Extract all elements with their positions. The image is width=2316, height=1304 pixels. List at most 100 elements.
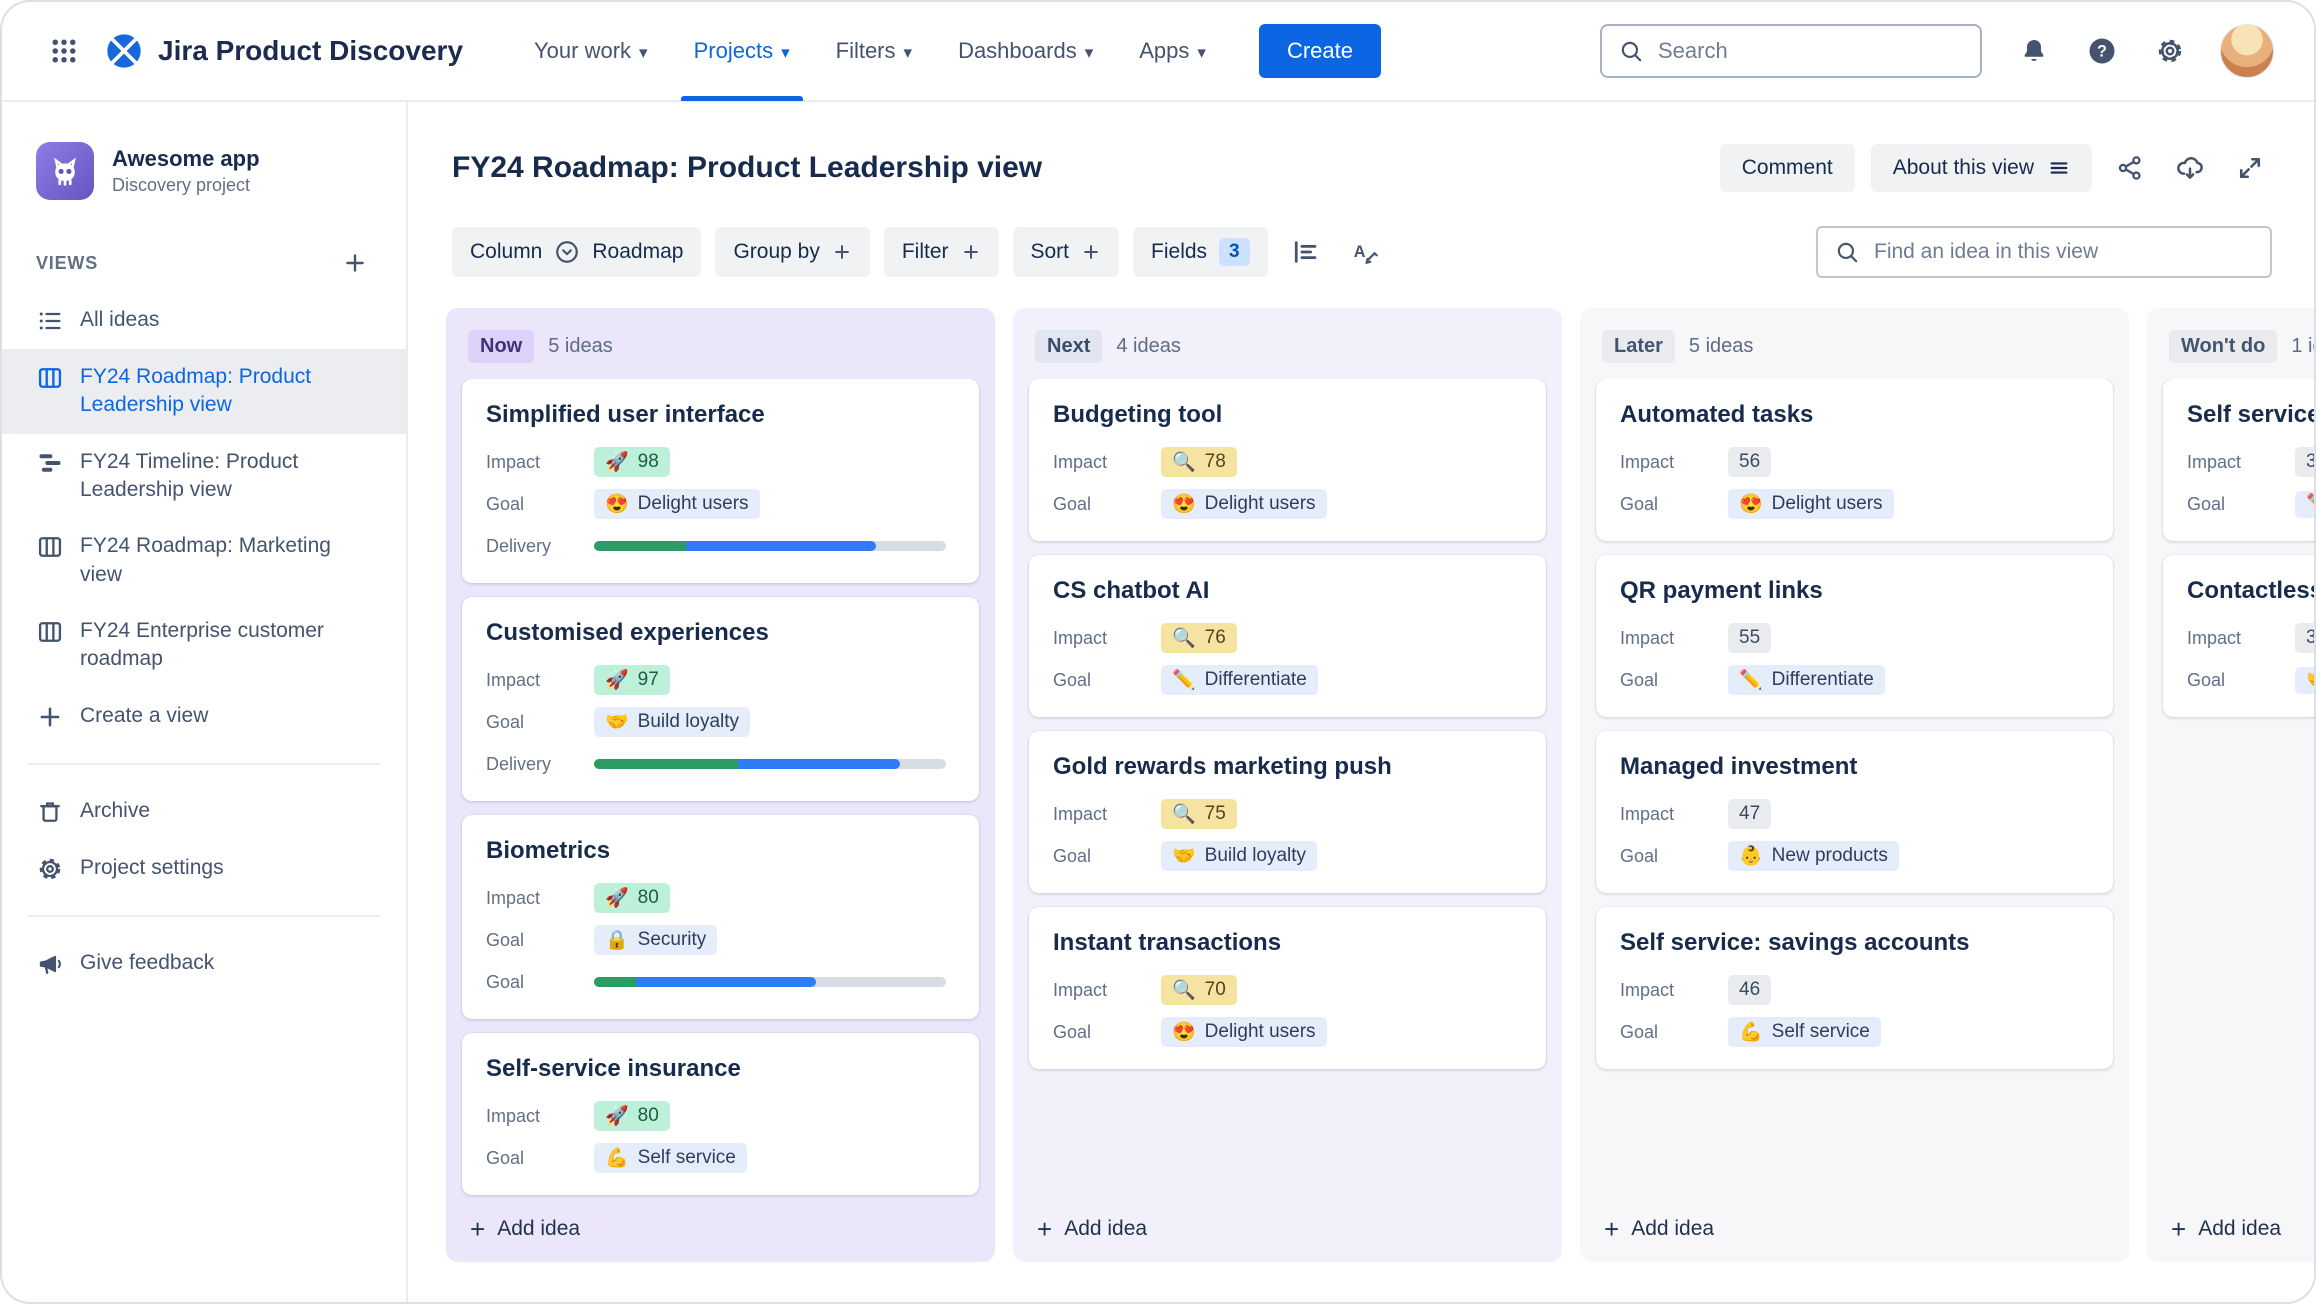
add-view-button[interactable] [338, 246, 372, 280]
sidebar-item-fy24-enterprise-roadmap[interactable]: FY24 Enterprise customer roadmap [2, 603, 406, 688]
idea-card[interactable]: Managed investment Impact 47 Goal 👶 New produ… [1596, 731, 2113, 893]
sidebar-item-fy24-roadmap-product-leadership[interactable]: FY24 Roadmap: Product Leadership view [2, 349, 406, 434]
impact-badge[interactable]: 🔍 70 [1161, 975, 1237, 1005]
goal-badge[interactable]: 💪 Self service [1728, 1017, 1881, 1047]
notifications-button[interactable] [2016, 33, 2052, 69]
settings-button[interactable] [2152, 33, 2188, 69]
filter-button[interactable]: Filter [883, 227, 999, 277]
sidebar-item-label: FY24 Roadmap: Marketing view [80, 534, 331, 586]
impact-badge[interactable]: 30 [2295, 623, 2314, 653]
sidebar-item-create-a-view[interactable]: Create a view [2, 688, 406, 745]
idea-card-title: Budgeting tool [1053, 401, 1223, 428]
goal-badge[interactable]: 🔒 Security [594, 925, 718, 955]
field-label: Goal [1620, 1021, 1659, 1042]
card-field-row: Goal [486, 961, 955, 1003]
goal-badge[interactable]: 🤝 Build loyalty [1161, 841, 1318, 871]
find-idea-search[interactable] [1816, 226, 2272, 278]
impact-badge[interactable]: 🔍 76 [1161, 623, 1237, 653]
share-button[interactable] [2108, 146, 2152, 190]
add-idea-button[interactable]: + Add idea [1594, 1198, 2115, 1248]
card-field-row: Goal 😍 Delight users [1053, 483, 1522, 525]
goal-badge[interactable]: 💪 Self service [594, 1143, 747, 1173]
add-idea-button[interactable]: + Add idea [1027, 1198, 1548, 1248]
sidebar-item-project-settings[interactable]: Project settings [2, 840, 406, 897]
nav-apps[interactable]: Apps ▾ [1116, 2, 1229, 101]
sidebar-item-archive[interactable]: Archive [2, 783, 406, 840]
goal-badge[interactable]: 🤝 [2295, 666, 2314, 694]
goal-badge[interactable]: 😍 Delight users [594, 489, 760, 519]
add-idea-button[interactable]: + Add idea [2161, 1198, 2314, 1248]
create-button[interactable]: Create [1258, 24, 1381, 78]
badge-text: New products [1771, 845, 1888, 866]
add-idea-button[interactable]: + Add idea [460, 1198, 981, 1248]
plus-icon [1084, 245, 1098, 259]
global-search[interactable] [1600, 24, 1982, 78]
impact-badge[interactable]: 47 [1728, 799, 1772, 829]
project-header[interactable]: Awesome app Discovery project [2, 136, 406, 210]
fields-button[interactable]: Fields 3 [1133, 227, 1268, 277]
help-button[interactable]: ? [2084, 33, 2120, 69]
idea-card[interactable]: Budgeting tool Impact 🔍 78 Goal 😍 Delight user… [1029, 379, 1546, 541]
goal-badge[interactable]: 👶 New products [1728, 841, 1899, 871]
idea-card[interactable]: CS chatbot AI Impact 🔍 76 Goal ✏️ Differentiat… [1029, 555, 1546, 717]
field-label: Goal [2187, 669, 2226, 690]
idea-card[interactable]: Simplified user interface Impact 🚀 98 Goal 😍 D… [462, 379, 979, 583]
idea-card[interactable]: Self service: savings accounts Impact 46 Go… [1596, 907, 2113, 1069]
plus-icon: + [1037, 1214, 1053, 1244]
badge-text: Security [637, 929, 707, 950]
impact-badge[interactable]: 🔍 75 [1161, 799, 1237, 829]
impact-badge[interactable]: 🚀 98 [594, 447, 670, 477]
find-idea-input[interactable] [1872, 239, 2254, 265]
app-window: Jira Product Discovery Your work ▾ Projec… [0, 0, 2316, 1304]
sort-button[interactable]: Sort [1012, 227, 1120, 277]
app-logo-home[interactable]: Jira Product Discovery [104, 31, 463, 71]
idea-card[interactable]: Automated tasks Impact 56 Goal 😍 Delight user… [1596, 379, 2113, 541]
goal-badge[interactable]: ✏️ [2295, 490, 2314, 518]
view-layout-button[interactable] [1282, 229, 1328, 275]
sidebar-item-all-ideas[interactable]: All ideas [2, 292, 406, 349]
impact-badge[interactable]: 56 [1728, 447, 1772, 477]
sidebar-item-give-feedback[interactable]: Give feedback [2, 935, 406, 992]
sort-alpha-button[interactable]: A [1342, 229, 1388, 275]
impact-badge[interactable]: 🔍 78 [1161, 447, 1237, 477]
idea-card[interactable]: Contactless Impact 30 Goal 🤝 [2163, 555, 2314, 717]
user-avatar[interactable] [2220, 24, 2274, 78]
global-search-input[interactable] [1656, 37, 1964, 65]
goal-badge[interactable]: 😍 Delight users [1728, 489, 1894, 519]
goal-badge[interactable]: ✏️ Differentiate [1161, 665, 1318, 695]
impact-badge[interactable]: 55 [1728, 623, 1772, 653]
idea-card[interactable]: Self-service insurance Impact 🚀 80 Goal 💪 Self… [462, 1033, 979, 1195]
sidebar-item-fy24-roadmap-marketing[interactable]: FY24 Roadmap: Marketing view [2, 518, 406, 603]
impact-badge[interactable]: 🚀 80 [594, 1101, 670, 1131]
nav-your-work[interactable]: Your work ▾ [511, 2, 671, 101]
column-selector[interactable]: Column Roadmap [452, 227, 702, 277]
card-field-row: Goal 🤝 Build loyalty [486, 701, 955, 743]
sidebar-item-fy24-timeline-product-leadership[interactable]: FY24 Timeline: Product Leadership view [2, 434, 406, 519]
idea-card[interactable]: QR payment links Impact 55 Goal ✏️ Differenti… [1596, 555, 2113, 717]
nav-dashboards[interactable]: Dashboards ▾ [935, 2, 1116, 101]
column-status-badge: Next [1035, 330, 1103, 363]
idea-card[interactable]: Customised experiences Impact 🚀 97 Goal 🤝 Buil… [462, 597, 979, 801]
impact-badge[interactable]: 46 [1728, 975, 1772, 1005]
impact-badge[interactable]: 🚀 97 [594, 665, 670, 695]
fullscreen-button[interactable] [2228, 146, 2272, 190]
group-by-button[interactable]: Group by [715, 227, 870, 277]
about-this-view-button[interactable]: About this view [1870, 144, 2092, 192]
nav-filters[interactable]: Filters ▾ [813, 2, 935, 101]
app-switcher-button[interactable] [42, 29, 86, 73]
idea-card[interactable]: Self service: Impact 36 Goal ✏️ [2163, 379, 2314, 541]
impact-badge[interactable]: 🚀 80 [594, 883, 670, 913]
idea-card[interactable]: Instant transactions Impact 🔍 70 Goal 😍 Deligh… [1029, 907, 1546, 1069]
goal-badge[interactable]: 🤝 Build loyalty [594, 707, 751, 737]
card-list: Budgeting tool Impact 🔍 78 Goal 😍 Delight user… [1027, 379, 1548, 1198]
nav-projects[interactable]: Projects ▾ [671, 2, 813, 101]
goal-badge[interactable]: 😍 Delight users [1161, 489, 1327, 519]
idea-card[interactable]: Biometrics Impact 🚀 80 Goal 🔒 Security Goal [462, 815, 979, 1019]
badge-emoji-icon: 🤝 [2306, 671, 2314, 690]
impact-badge[interactable]: 36 [2295, 447, 2314, 477]
idea-card[interactable]: Gold rewards marketing push Impact 🔍 75 Goal… [1029, 731, 1546, 893]
comment-button[interactable]: Comment [1719, 144, 1855, 192]
goal-badge[interactable]: ✏️ Differentiate [1728, 665, 1885, 695]
cloud-publish-button[interactable] [2168, 146, 2212, 190]
goal-badge[interactable]: 😍 Delight users [1161, 1017, 1327, 1047]
